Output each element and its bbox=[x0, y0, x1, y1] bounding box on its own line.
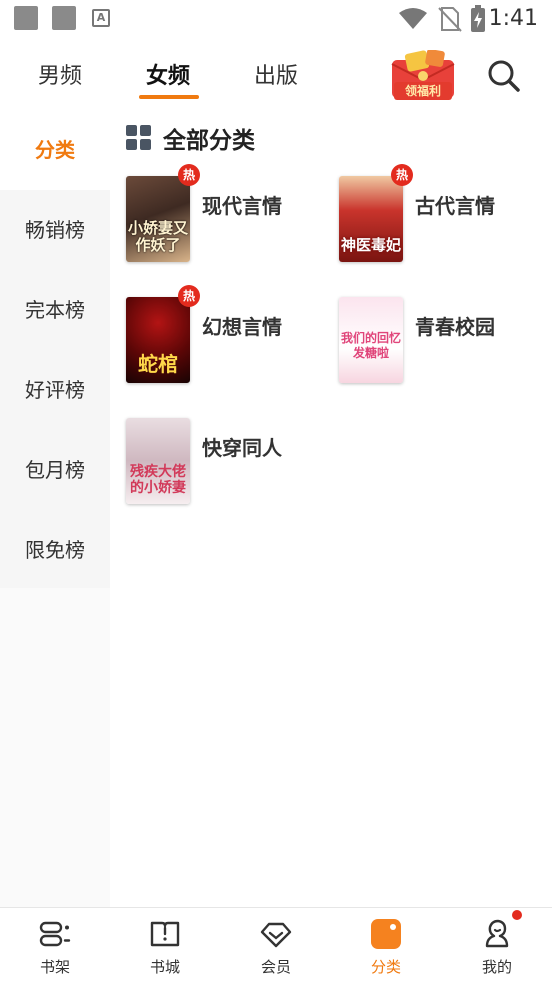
cover-title: 我们的回忆发糖啦 bbox=[341, 331, 402, 360]
promo-label[interactable]: 领福利 bbox=[394, 82, 452, 100]
sidebar-item-monthly[interactable]: 包月榜 bbox=[0, 430, 110, 510]
bookshelf-icon bbox=[39, 921, 71, 947]
notification-app-icon bbox=[52, 6, 76, 30]
nav-label: 书架 bbox=[39, 958, 70, 976]
nav-bookshelf[interactable]: 书架 bbox=[0, 908, 110, 982]
hot-badge: 热 bbox=[391, 164, 413, 186]
sidebar: 分类 畅销榜 完本榜 好评榜 包月榜 限免榜 bbox=[0, 110, 110, 907]
cover-title: 残疾大佬的小娇妻 bbox=[130, 464, 186, 496]
tab-male[interactable]: 男频 bbox=[38, 58, 82, 90]
font-app-icon: A bbox=[92, 9, 110, 27]
diamond-tag-icon bbox=[260, 922, 292, 948]
search-icon[interactable] bbox=[484, 56, 524, 96]
nav-bookstore[interactable]: 书城 bbox=[110, 908, 220, 982]
bottom-nav: 书架 书城 会员 分类 我的 bbox=[0, 907, 552, 982]
nav-label: 分类 bbox=[370, 958, 401, 976]
tab-female[interactable]: 女频 bbox=[146, 58, 190, 90]
grid-icon bbox=[126, 125, 151, 150]
nav-membership[interactable]: 会员 bbox=[221, 908, 331, 982]
category-label: 快穿同人 bbox=[202, 436, 282, 460]
hot-badge: 热 bbox=[178, 285, 200, 307]
sidebar-item-top-rated[interactable]: 好评榜 bbox=[0, 350, 110, 430]
hot-badge: 热 bbox=[178, 164, 200, 186]
category-icon bbox=[371, 919, 401, 949]
section-title: 全部分类 bbox=[163, 128, 255, 154]
category-ancient-romance[interactable]: 神医毒妃 热 古代言情 bbox=[339, 164, 549, 266]
nav-label: 书城 bbox=[149, 958, 180, 976]
sidebar-item-completed[interactable]: 完本榜 bbox=[0, 270, 110, 350]
category-label: 青春校园 bbox=[415, 315, 495, 339]
book-cover: 我们的回忆发糖啦 bbox=[339, 297, 403, 383]
profile-icon bbox=[485, 919, 509, 948]
book-cover: 神医毒妃 bbox=[339, 176, 403, 262]
battery-charging-icon bbox=[471, 5, 485, 32]
book-store-icon bbox=[150, 921, 180, 947]
nav-label: 我的 bbox=[481, 958, 512, 976]
top-tab-bar: 男频 女频 出版 领福利 bbox=[0, 38, 552, 110]
cover-title: 蛇棺 bbox=[138, 352, 178, 376]
nav-profile[interactable]: 我的 bbox=[442, 908, 552, 982]
category-youth-campus[interactable]: 我们的回忆发糖啦 青春校园 bbox=[339, 297, 549, 387]
notification-dot bbox=[512, 910, 522, 920]
clock: 1:41 bbox=[488, 6, 538, 31]
nav-label: 会员 bbox=[260, 958, 291, 976]
sidebar-item-bestseller[interactable]: 畅销榜 bbox=[0, 190, 110, 270]
sidebar-item-category[interactable]: 分类 bbox=[0, 110, 110, 190]
book-cover: 蛇棺 bbox=[126, 297, 190, 383]
category-label: 古代言情 bbox=[415, 194, 495, 218]
notification-app-icon bbox=[14, 6, 38, 30]
tab-publish[interactable]: 出版 bbox=[254, 58, 298, 90]
category-modern-romance[interactable]: 小娇妻又作妖了 热 现代言情 bbox=[126, 164, 336, 266]
category-quick-transmigration[interactable]: 残疾大佬的小娇妻 快穿同人 bbox=[126, 418, 336, 508]
status-bar: A 1:41 bbox=[0, 0, 552, 38]
sidebar-filler bbox=[0, 588, 110, 907]
book-cover: 残疾大佬的小娇妻 bbox=[126, 418, 190, 504]
cover-title: 小娇妻又作妖了 bbox=[128, 219, 189, 254]
wifi-icon bbox=[399, 8, 427, 29]
category-fantasy-romance[interactable]: 蛇棺 热 幻想言情 bbox=[126, 285, 336, 387]
book-cover: 小娇妻又作妖了 bbox=[126, 176, 190, 262]
no-sim-icon bbox=[438, 7, 462, 32]
category-label: 现代言情 bbox=[202, 194, 282, 218]
active-tab-indicator bbox=[139, 95, 199, 99]
cover-title: 神医毒妃 bbox=[341, 236, 402, 254]
category-label: 幻想言情 bbox=[202, 315, 282, 339]
nav-category[interactable]: 分类 bbox=[331, 908, 441, 982]
sidebar-item-free[interactable]: 限免榜 bbox=[0, 510, 110, 590]
